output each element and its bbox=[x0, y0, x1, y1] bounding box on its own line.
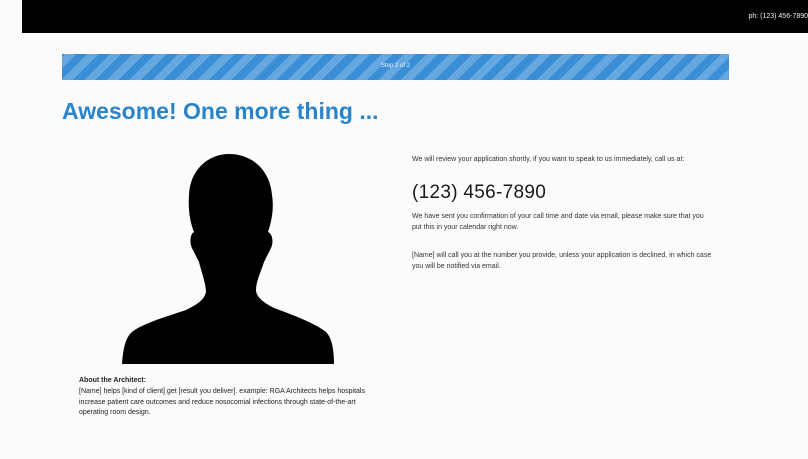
progress-bar: Step 2 of 2 bbox=[62, 54, 729, 80]
about-body: [Name] helps [kind of client] get [resul… bbox=[79, 387, 365, 417]
about-architect: About the Architect: [Name] helps [kind … bbox=[79, 376, 379, 419]
notice-text: [Name] will call you at the number you p… bbox=[412, 251, 712, 271]
page-title: Awesome! One more thing ... bbox=[62, 98, 379, 124]
confirmation-panel: We will review your application shortly,… bbox=[412, 154, 732, 273]
confirmation-text: We have sent you confirmation of your ca… bbox=[412, 212, 704, 232]
intro-text: We will review your application shortly,… bbox=[412, 156, 685, 163]
top-bar: ph: (123) 456-7890 bbox=[22, 0, 808, 33]
person-silhouette-icon bbox=[118, 150, 338, 364]
phone-number[interactable]: (123) 456-7890 bbox=[412, 182, 732, 204]
header-phone[interactable]: ph: (123) 456-7890 bbox=[748, 13, 808, 20]
about-title: About the Architect: bbox=[79, 377, 147, 384]
page: ph: (123) 456-7890 Step 2 of 2 Awesome! … bbox=[0, 0, 808, 459]
progress-label: Step 2 of 2 bbox=[380, 63, 411, 69]
